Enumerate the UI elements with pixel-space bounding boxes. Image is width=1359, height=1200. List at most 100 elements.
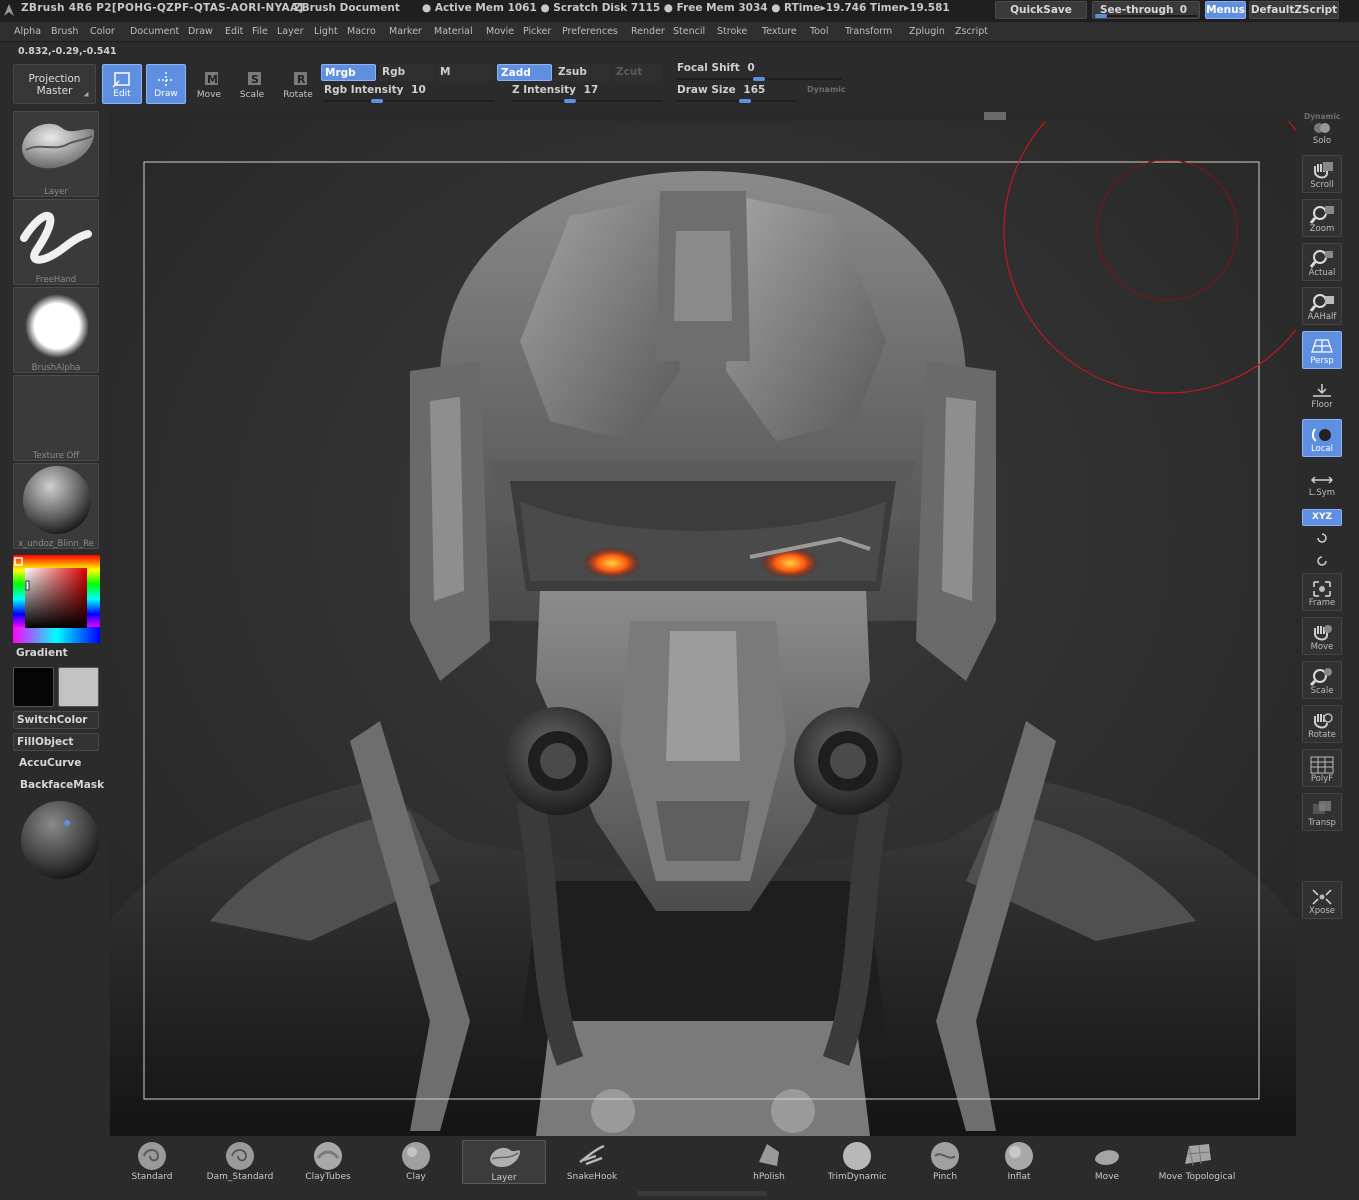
menu-draw[interactable]: Draw (188, 26, 213, 37)
menu-alpha[interactable]: Alpha (14, 26, 41, 37)
zcut-toggle[interactable]: Zcut (613, 64, 663, 81)
lsym-button[interactable]: L.Sym (1302, 472, 1342, 502)
scroll-button[interactable]: Scroll (1302, 155, 1342, 193)
scale-mode-button[interactable]: S Scale (232, 64, 272, 104)
main-color-swatch[interactable] (13, 667, 54, 707)
menu-movie[interactable]: Movie (486, 26, 514, 37)
menu-material[interactable]: Material (434, 26, 473, 37)
menu-edit[interactable]: Edit (225, 26, 243, 37)
menu-preferences[interactable]: Preferences (562, 26, 618, 37)
menu-macro[interactable]: Macro (347, 26, 376, 37)
canvas-scroll-thumb[interactable] (984, 112, 1006, 120)
xyz-rotation-toggle[interactable]: XYZ (1302, 509, 1342, 526)
menu-zplugin[interactable]: Zplugin (909, 26, 945, 37)
draw-size-slider[interactable]: Draw Size 165 (677, 84, 797, 103)
y-rotation-button[interactable] (1302, 530, 1342, 546)
alpha-button[interactable]: BrushAlpha (13, 287, 99, 373)
texture-button[interactable]: Texture Off (13, 375, 99, 461)
stroke-type-button[interactable]: FreeHand (13, 199, 99, 285)
aahalf-button[interactable]: AAHalf (1302, 287, 1342, 325)
menu-brush[interactable]: Brush (51, 26, 78, 37)
z-intensity-knob[interactable] (564, 99, 576, 103)
light-direction-sphere[interactable] (20, 800, 100, 880)
menu-tool[interactable]: Tool (810, 26, 828, 37)
brush-layer[interactable]: Layer (462, 1140, 546, 1184)
seethrough-knob[interactable] (1095, 14, 1107, 18)
gradient-label[interactable]: Gradient (16, 647, 68, 659)
material-button[interactable]: x_undoz_Blinn_Re (13, 463, 99, 549)
rgb-toggle[interactable]: Rgb (379, 64, 434, 81)
zsub-toggle[interactable]: Zsub (555, 64, 610, 81)
menu-document[interactable]: Document (130, 26, 179, 37)
move-view-button[interactable]: Move (1302, 617, 1342, 655)
canvas-scroll-strip[interactable] (110, 112, 1296, 120)
focal-shift-knob[interactable] (753, 77, 765, 81)
brush-move-topological[interactable]: Move Topological (1150, 1140, 1244, 1184)
projection-master-button[interactable]: Projection Master (13, 64, 96, 104)
edit-mode-button[interactable]: Edit (102, 64, 142, 104)
scale-view-button[interactable]: Scale (1302, 661, 1342, 699)
rotate-mode-button[interactable]: R Rotate (278, 64, 318, 104)
brush-hpolish[interactable]: hPolish (727, 1140, 811, 1184)
draw-mode-button[interactable]: Draw (146, 64, 186, 104)
perspective-button[interactable]: Persp (1302, 331, 1342, 369)
z-intensity-slider[interactable]: Z Intensity 17 (512, 84, 662, 103)
menu-color[interactable]: Color (90, 26, 115, 37)
zoom-button[interactable]: Zoom (1302, 199, 1342, 237)
menu-picker[interactable]: Picker (523, 26, 551, 37)
m-toggle[interactable]: M (437, 64, 492, 81)
brush-shelf-scroll[interactable] (637, 1191, 767, 1196)
brush-standard[interactable]: Standard (110, 1140, 194, 1184)
seethrough-slider[interactable]: See-through 0 (1092, 1, 1200, 19)
solo-button[interactable]: Solo (1302, 120, 1342, 148)
default-zscript-button[interactable]: DefaultZScript (1249, 1, 1339, 19)
quicksave-button[interactable]: QuickSave (995, 1, 1087, 19)
secondary-color-swatch[interactable] (58, 667, 99, 707)
brush-clay[interactable]: Clay (374, 1140, 458, 1184)
draw-size-knob[interactable] (739, 99, 751, 103)
brush-dam-standard[interactable]: Dam_Standard (198, 1140, 282, 1184)
brush-inflat[interactable]: Inflat (977, 1140, 1061, 1184)
rgb-intensity-slider[interactable]: Rgb Intensity 10 (324, 84, 494, 103)
mrgb-toggle[interactable]: Mrgb (321, 64, 376, 81)
menu-transform[interactable]: Transform (845, 26, 892, 37)
brush-claytubes[interactable]: ClayTubes (286, 1140, 370, 1184)
menu-texture[interactable]: Texture (762, 26, 797, 37)
menu-render[interactable]: Render (631, 26, 665, 37)
menu-file[interactable]: File (252, 26, 268, 37)
frame-button[interactable]: Frame (1302, 573, 1342, 611)
brush-trimdynamic[interactable]: TrimDynamic (815, 1140, 899, 1184)
menu-zscript[interactable]: Zscript (955, 26, 988, 37)
menu-stencil[interactable]: Stencil (673, 26, 705, 37)
floor-button[interactable]: Floor (1302, 380, 1342, 414)
color-picker[interactable] (13, 555, 100, 643)
light-position-marker[interactable] (64, 820, 70, 826)
switch-color-button[interactable]: SwitchColor (13, 711, 99, 729)
menu-stroke[interactable]: Stroke (717, 26, 747, 37)
rotate-y-icon (1317, 533, 1327, 543)
actual-size-button[interactable]: Actual (1302, 243, 1342, 281)
document-canvas[interactable] (110, 121, 1296, 1136)
menus-toggle[interactable]: Menus (1205, 1, 1246, 19)
backface-mask-toggle[interactable]: BackfaceMask (20, 779, 104, 791)
xpose-button[interactable]: Xpose (1302, 881, 1342, 919)
polyframe-button[interactable]: PolyF (1302, 749, 1342, 787)
accucurve-toggle[interactable]: AccuCurve (19, 757, 81, 769)
menu-layer[interactable]: Layer (277, 26, 304, 37)
brush-move[interactable]: Move (1065, 1140, 1149, 1184)
fill-object-button[interactable]: FillObject (13, 733, 99, 751)
current-brush-button[interactable]: Layer (13, 111, 99, 197)
menu-marker[interactable]: Marker (389, 26, 422, 37)
brush-pinch[interactable]: Pinch (903, 1140, 987, 1184)
zadd-toggle[interactable]: Zadd (497, 64, 552, 81)
rgb-intensity-knob[interactable] (371, 99, 383, 103)
z-rotation-button[interactable] (1302, 553, 1342, 569)
menu-light[interactable]: Light (314, 26, 338, 37)
rotate-view-button[interactable]: Rotate (1302, 705, 1342, 743)
brush-snakehook[interactable]: SnakeHook (550, 1140, 634, 1184)
move-mode-button[interactable]: M Move (189, 64, 229, 104)
dynamic-size-toggle[interactable]: Dynamic (807, 85, 846, 94)
transparency-button[interactable]: Transp (1302, 793, 1342, 831)
local-button[interactable]: Local (1302, 419, 1342, 457)
focal-shift-slider[interactable]: Focal Shift 0 (677, 62, 842, 81)
